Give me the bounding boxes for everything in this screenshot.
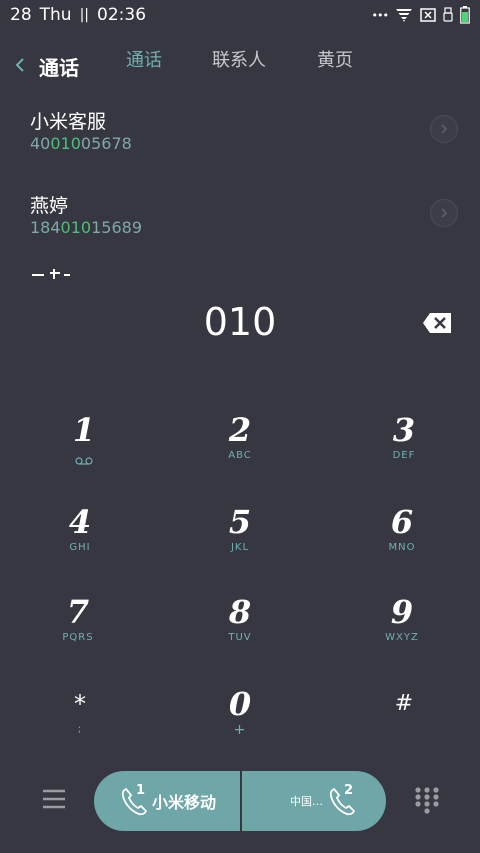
key-digit: 9 [390,593,414,631]
key-digit: # [394,691,414,716]
search-results-list: 小米客服 4001005678 燕婷 18401015689 [0,95,480,281]
contact-number: 18401015689 [30,218,142,237]
key-letters: WXYZ [385,632,419,643]
key-letters: ABC [228,450,252,461]
key-1[interactable]: 1 [4,410,164,500]
key-hash[interactable]: # [324,684,480,774]
page-title[interactable]: 通话 [39,52,79,81]
key-letters: PQRS [62,632,94,643]
key-digit: 8 [228,593,252,631]
status-time: 02:36 [97,5,147,25]
key-letters: TUV [228,632,252,643]
key-letters: JKL [230,542,250,553]
number-suffix: 05678 [80,134,132,153]
sim2-label: 中国… [290,795,323,808]
key-0[interactable]: 0 + [160,684,320,774]
number-match: 010 [50,134,81,153]
chevron-right-icon [441,208,448,218]
backspace-icon[interactable] [422,312,452,334]
keypad-toggle-icon[interactable] [414,786,440,814]
phone-sim2-icon [328,785,358,817]
key-digit: 0 [228,685,252,723]
status-left: 28 Thu || 02:36 [10,5,146,25]
key-digit: 2 [228,411,252,449]
number-prefix: 184 [30,218,61,237]
key-5[interactable]: 5 JKL [160,502,320,592]
contact-name: 小米客服 [30,111,107,133]
key-letters: + [233,722,247,738]
more-notifications-icon: ••• [371,8,389,22]
key-letters: GHI [69,542,91,553]
back-chevron-icon[interactable] [12,54,30,76]
tab-yellow-pages[interactable]: 黄页 [317,46,353,72]
chevron-right-icon [441,124,448,134]
usb-icon [443,7,453,23]
dialed-number-display: 010 [203,300,277,344]
list-item[interactable]: 小米客服 4001005678 [0,95,480,179]
battery-icon [460,6,470,24]
wifi-icon [395,7,413,23]
status-weekday: Thu [39,5,72,25]
key-letters: MNO [388,542,416,553]
key-9[interactable]: 9 WXYZ [322,592,480,682]
key-digit: 5 [228,503,252,541]
key-letters: DEF [392,450,416,461]
key-digit: 4 [68,503,92,541]
call-sim2-button[interactable]: 中国… 2 [240,771,386,831]
sim2-index: 2 [344,783,354,798]
number-prefix: 40 [30,134,51,153]
number-suffix: 15689 [91,218,142,237]
key-8[interactable]: 8 TUV [160,592,320,682]
voicemail-icon [75,450,93,469]
call-button-group: 1 小米移动 中国… 2 [94,771,386,831]
sim1-label: 小米移动 [152,793,217,812]
number-match: 010 [60,218,92,237]
no-sim-icon [420,8,436,22]
list-item[interactable]: 燕婷 18401015689 [0,179,480,263]
key-6[interactable]: 6 MNO [322,502,480,592]
contact-name: 燕婷 [30,195,69,217]
contact-detail-button[interactable] [430,199,458,227]
contact-number: 4001005678 [30,134,132,153]
contact-detail-button[interactable] [430,115,458,143]
list-item-partial [30,263,90,281]
tab-contacts[interactable]: 联系人 [212,46,266,72]
status-separator: || [79,7,90,23]
key-digit: * [74,690,86,718]
key-star[interactable]: * ; [0,684,160,774]
tab-calls[interactable]: 通话 [126,46,162,72]
key-3[interactable]: 3 DEF [324,410,480,500]
sim1-index: 1 [136,783,146,798]
key-7[interactable]: 7 PQRS [0,592,158,682]
key-2[interactable]: 2 ABC [160,410,320,500]
header: 通话 通话 联系人 黄页 [0,40,480,90]
dial-keypad: 1 2 ABC 3 DEF 4 GHI 5 JKL 6 MNO 7 PQRS 8… [0,400,480,760]
call-sim1-button[interactable]: 1 小米移动 [94,771,240,831]
key-letters: ; [77,724,83,735]
status-bar: 28 Thu || 02:36 ••• [0,0,480,30]
key-digit: 7 [66,593,90,631]
key-4[interactable]: 4 GHI [0,502,160,592]
key-digit: 6 [390,503,414,541]
key-digit: 1 [72,411,96,449]
phone-sim1-icon [120,785,150,817]
key-digit: 3 [392,411,416,449]
status-date: 28 [10,5,32,25]
menu-icon[interactable] [42,789,66,809]
status-right: ••• [372,6,470,24]
